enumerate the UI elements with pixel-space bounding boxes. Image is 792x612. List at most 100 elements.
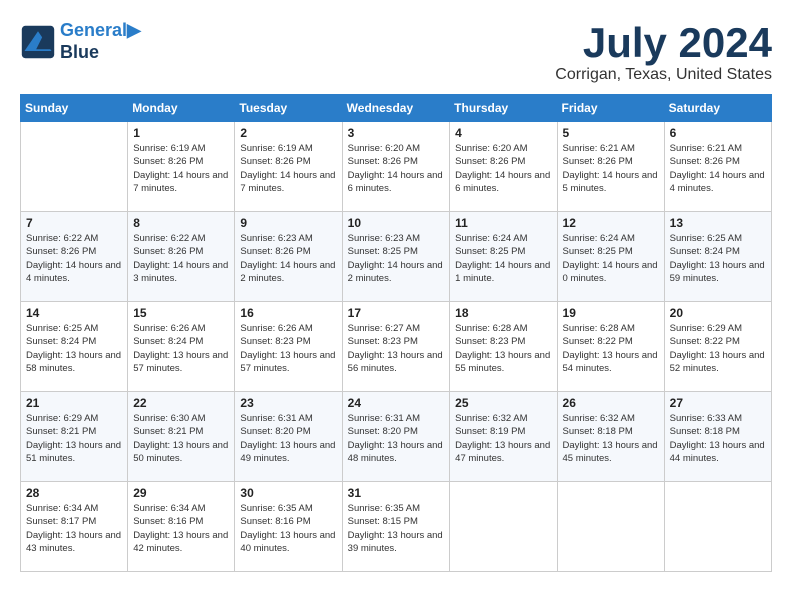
calendar-cell: 10Sunrise: 6:23 AMSunset: 8:25 PMDayligh… (342, 212, 450, 302)
logo-icon (20, 24, 56, 60)
day-number: 2 (240, 126, 336, 140)
calendar-cell: 14 Sunrise: 6:25 AMSunset: 8:24 PMDayligh… (21, 302, 128, 392)
calendar-cell: 29 Sunrise: 6:34 AMSunset: 8:16 PMDayligh… (128, 482, 235, 572)
day-info: Sunrise: 6:21 AMSunset: 8:26 PMDaylight:… (563, 142, 659, 195)
day-info: Sunrise: 6:26 AMSunset: 8:24 PMDaylight:… (133, 322, 229, 375)
calendar-cell: 24 Sunrise: 6:31 AMSunset: 8:20 PMDayligh… (342, 392, 450, 482)
header-cell-wednesday: Wednesday (342, 95, 450, 122)
calendar-cell: 13Sunrise: 6:25 AMSunset: 8:24 PMDayligh… (664, 212, 771, 302)
day-info: Sunrise: 6:30 AMSunset: 8:21 PMDaylight:… (133, 412, 229, 465)
day-info: Sunrise: 6:22 AMSunset: 8:26 PMDaylight:… (26, 232, 122, 285)
header-cell-sunday: Sunday (21, 95, 128, 122)
calendar-cell: 8 Sunrise: 6:22 AMSunset: 8:26 PMDaylight… (128, 212, 235, 302)
calendar-cell: 1 Sunrise: 6:19 AMSunset: 8:26 PMDaylight… (128, 122, 235, 212)
day-info: Sunrise: 6:35 AMSunset: 8:16 PMDaylight:… (240, 502, 336, 555)
calendar-cell: 11 Sunrise: 6:24 AMSunset: 8:25 PMDayligh… (450, 212, 557, 302)
day-info: Sunrise: 6:29 AMSunset: 8:22 PMDaylight:… (670, 322, 766, 375)
logo-line2: Blue (60, 42, 141, 64)
day-number: 8 (133, 216, 229, 230)
day-info: Sunrise: 6:21 AMSunset: 8:26 PMDaylight:… (670, 142, 766, 195)
day-info: Sunrise: 6:31 AMSunset: 8:20 PMDaylight:… (348, 412, 445, 465)
day-number: 17 (348, 306, 445, 320)
calendar-cell: 15 Sunrise: 6:26 AMSunset: 8:24 PMDayligh… (128, 302, 235, 392)
calendar-cell: 30 Sunrise: 6:35 AMSunset: 8:16 PMDayligh… (235, 482, 342, 572)
logo-line1: General (60, 20, 127, 40)
week-row-1: 1 Sunrise: 6:19 AMSunset: 8:26 PMDaylight… (21, 122, 772, 212)
day-info: Sunrise: 6:20 AMSunset: 8:26 PMDaylight:… (348, 142, 445, 195)
day-number: 7 (26, 216, 122, 230)
calendar-cell: 17 Sunrise: 6:27 AMSunset: 8:23 PMDayligh… (342, 302, 450, 392)
week-row-4: 21Sunrise: 6:29 AMSunset: 8:21 PMDayligh… (21, 392, 772, 482)
calendar-cell: 31 Sunrise: 6:35 AMSunset: 8:15 PMDayligh… (342, 482, 450, 572)
calendar-cell: 3Sunrise: 6:20 AMSunset: 8:26 PMDaylight… (342, 122, 450, 212)
header-cell-tuesday: Tuesday (235, 95, 342, 122)
day-info: Sunrise: 6:26 AMSunset: 8:23 PMDaylight:… (240, 322, 336, 375)
calendar-cell: 22 Sunrise: 6:30 AMSunset: 8:21 PMDayligh… (128, 392, 235, 482)
calendar-cell: 12Sunrise: 6:24 AMSunset: 8:25 PMDayligh… (557, 212, 664, 302)
day-info: Sunrise: 6:32 AMSunset: 8:19 PMDaylight:… (455, 412, 551, 465)
calendar-cell: 19Sunrise: 6:28 AMSunset: 8:22 PMDayligh… (557, 302, 664, 392)
day-number: 24 (348, 396, 445, 410)
day-info: Sunrise: 6:34 AMSunset: 8:17 PMDaylight:… (26, 502, 122, 555)
day-info: Sunrise: 6:23 AMSunset: 8:25 PMDaylight:… (348, 232, 445, 285)
week-row-5: 28 Sunrise: 6:34 AMSunset: 8:17 PMDayligh… (21, 482, 772, 572)
day-number: 31 (348, 486, 445, 500)
header-cell-monday: Monday (128, 95, 235, 122)
calendar-cell (21, 122, 128, 212)
calendar-cell: 21Sunrise: 6:29 AMSunset: 8:21 PMDayligh… (21, 392, 128, 482)
day-number: 1 (133, 126, 229, 140)
day-number: 11 (455, 216, 551, 230)
day-number: 27 (670, 396, 766, 410)
day-number: 25 (455, 396, 551, 410)
day-info: Sunrise: 6:19 AMSunset: 8:26 PMDaylight:… (240, 142, 336, 195)
day-info: Sunrise: 6:20 AMSunset: 8:26 PMDaylight:… (455, 142, 551, 195)
title-block: July 2024 Corrigan, Texas, United States (555, 20, 772, 84)
day-number: 30 (240, 486, 336, 500)
calendar-cell (450, 482, 557, 572)
day-number: 14 (26, 306, 122, 320)
header-cell-thursday: Thursday (450, 95, 557, 122)
day-info: Sunrise: 6:34 AMSunset: 8:16 PMDaylight:… (133, 502, 229, 555)
calendar-cell: 28 Sunrise: 6:34 AMSunset: 8:17 PMDayligh… (21, 482, 128, 572)
day-number: 29 (133, 486, 229, 500)
day-info: Sunrise: 6:35 AMSunset: 8:15 PMDaylight:… (348, 502, 445, 555)
day-number: 13 (670, 216, 766, 230)
calendar-cell (664, 482, 771, 572)
day-number: 9 (240, 216, 336, 230)
calendar-cell: 27 Sunrise: 6:33 AMSunset: 8:18 PMDayligh… (664, 392, 771, 482)
calendar-cell: 20Sunrise: 6:29 AMSunset: 8:22 PMDayligh… (664, 302, 771, 392)
calendar-table: SundayMondayTuesdayWednesdayThursdayFrid… (20, 94, 772, 572)
header-row: SundayMondayTuesdayWednesdayThursdayFrid… (21, 95, 772, 122)
day-info: Sunrise: 6:25 AMSunset: 8:24 PMDaylight:… (26, 322, 122, 375)
calendar-cell: 7 Sunrise: 6:22 AMSunset: 8:26 PMDaylight… (21, 212, 128, 302)
calendar-header: SundayMondayTuesdayWednesdayThursdayFrid… (21, 95, 772, 122)
day-number: 21 (26, 396, 122, 410)
day-info: Sunrise: 6:24 AMSunset: 8:25 PMDaylight:… (455, 232, 551, 285)
day-info: Sunrise: 6:19 AMSunset: 8:26 PMDaylight:… (133, 142, 229, 195)
day-number: 16 (240, 306, 336, 320)
calendar-cell: 6Sunrise: 6:21 AMSunset: 8:26 PMDaylight… (664, 122, 771, 212)
location: Corrigan, Texas, United States (555, 66, 772, 84)
calendar-cell (557, 482, 664, 572)
day-info: Sunrise: 6:31 AMSunset: 8:20 PMDaylight:… (240, 412, 336, 465)
day-number: 12 (563, 216, 659, 230)
day-info: Sunrise: 6:22 AMSunset: 8:26 PMDaylight:… (133, 232, 229, 285)
day-number: 15 (133, 306, 229, 320)
day-info: Sunrise: 6:32 AMSunset: 8:18 PMDaylight:… (563, 412, 659, 465)
day-number: 18 (455, 306, 551, 320)
day-number: 5 (563, 126, 659, 140)
calendar-cell: 5 Sunrise: 6:21 AMSunset: 8:26 PMDaylight… (557, 122, 664, 212)
logo: General▶ Blue (20, 20, 141, 63)
calendar-cell: 9 Sunrise: 6:23 AMSunset: 8:26 PMDaylight… (235, 212, 342, 302)
day-info: Sunrise: 6:27 AMSunset: 8:23 PMDaylight:… (348, 322, 445, 375)
calendar-cell: 4Sunrise: 6:20 AMSunset: 8:26 PMDaylight… (450, 122, 557, 212)
day-number: 22 (133, 396, 229, 410)
month-title: July 2024 (555, 20, 772, 66)
day-info: Sunrise: 6:33 AMSunset: 8:18 PMDaylight:… (670, 412, 766, 465)
logo-text: General▶ Blue (60, 20, 141, 63)
day-info: Sunrise: 6:23 AMSunset: 8:26 PMDaylight:… (240, 232, 336, 285)
day-number: 28 (26, 486, 122, 500)
calendar-cell: 25 Sunrise: 6:32 AMSunset: 8:19 PMDayligh… (450, 392, 557, 482)
calendar-cell: 23Sunrise: 6:31 AMSunset: 8:20 PMDayligh… (235, 392, 342, 482)
day-number: 19 (563, 306, 659, 320)
